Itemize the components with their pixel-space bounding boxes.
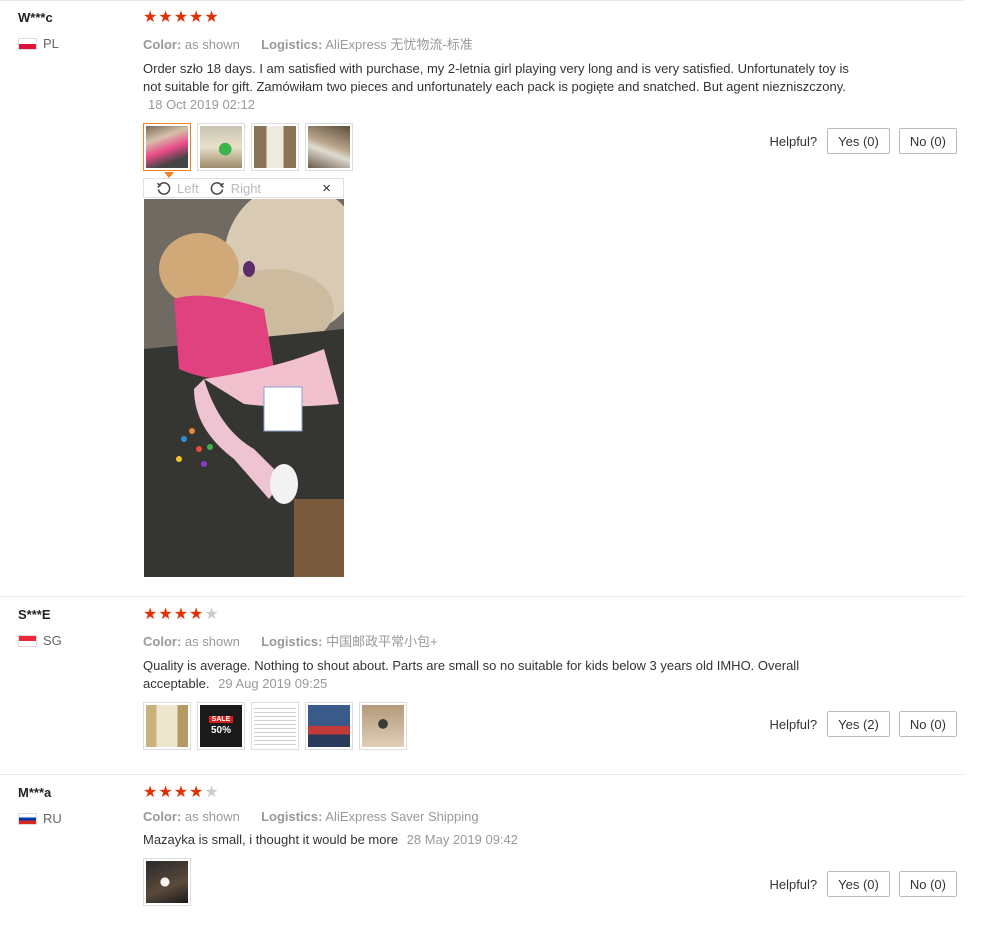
order-attributes: Color: as shown Logistics: AliExpress Sa… (143, 809, 863, 824)
buyer-country: SG (18, 633, 128, 648)
review-content: ★ ★ ★ ★ ★ Color: as shown Logistics: 中国邮… (143, 607, 863, 750)
color-label: Color: (143, 809, 182, 824)
review-body: Order szło 18 days. I am satisfied with … (143, 61, 849, 94)
review-item: W***c PL ★ ★ ★ ★ ★ Color: as shown Logis… (0, 0, 963, 596)
photo-thumbnail[interactable] (359, 702, 407, 750)
buyer-name: S***E (18, 607, 51, 622)
helpful-label: Helpful? (769, 716, 818, 732)
poland-flag-icon (18, 37, 37, 50)
photo-thumbnail[interactable] (143, 123, 191, 171)
helpful-no-button[interactable]: No (0) (898, 128, 957, 154)
rotate-right-icon (210, 181, 224, 195)
star-icon: ★ (173, 9, 189, 26)
rotate-left-button[interactable]: Left (156, 181, 199, 196)
enlarged-review-photo (144, 199, 344, 577)
buyer-info: S***E SG (18, 607, 128, 648)
sale-percent: 50% (210, 725, 231, 736)
star-icon: ★ (158, 9, 173, 26)
photo-thumbnail[interactable] (251, 123, 299, 171)
review-content: ★ ★ ★ ★ ★ Color: as shown Logistics: Ali… (143, 785, 863, 906)
photo-thumbnail[interactable] (143, 702, 191, 750)
helpful-no-button[interactable]: No (0) (898, 711, 957, 737)
logistics-label: Logistics: (261, 809, 323, 824)
photo-thumbnails (143, 123, 863, 171)
color-value: as shown (184, 37, 240, 52)
close-icon[interactable]: × (322, 180, 331, 197)
buyer-country: PL (18, 36, 128, 51)
photo-thumbnails: SALE 50% (143, 702, 863, 750)
review-text: Order szło 18 days. I am satisfied with … (143, 60, 858, 114)
star-icon: ★ (189, 9, 204, 26)
star-icon: ★ (143, 606, 158, 623)
review-text: Mazayka is small, i thought it would be … (143, 831, 858, 849)
helpful-yes-button[interactable]: Yes (0) (827, 871, 890, 897)
review-date: 29 Aug 2019 09:25 (218, 676, 328, 691)
buyer-country: RU (18, 811, 128, 826)
star-icon: ★ (173, 784, 189, 801)
color-value: as shown (184, 634, 240, 649)
star-icon: ★ (158, 784, 173, 801)
buyer-name: M***a (18, 785, 52, 800)
review-body: Mazayka is small, i thought it would be … (143, 832, 399, 847)
rotate-left-label: Left (177, 180, 199, 196)
star-icon: ★ (189, 606, 204, 623)
star-icon: ★ (173, 606, 189, 623)
helpful-vote: Helpful? Yes (0) No (0) (769, 128, 957, 154)
star-empty-icon: ★ (204, 784, 219, 801)
star-icon: ★ (143, 784, 158, 801)
photo-thumbnail[interactable] (251, 702, 299, 750)
rotate-right-button[interactable]: Right (210, 181, 261, 196)
helpful-yes-button[interactable]: Yes (0) (827, 128, 890, 154)
photo-viewer-toolbar: Left Right × (143, 178, 344, 198)
singapore-flag-icon (18, 634, 37, 647)
star-rating: ★ ★ ★ ★ ★ (143, 10, 863, 26)
photo-thumbnail[interactable] (305, 702, 353, 750)
country-code: RU (43, 811, 62, 826)
helpful-no-button[interactable]: No (0) (898, 871, 957, 897)
reviews-page: W***c PL ★ ★ ★ ★ ★ Color: as shown Logis… (0, 0, 983, 924)
photo-thumbnail[interactable] (305, 123, 353, 171)
star-icon: ★ (143, 9, 158, 26)
review-item: M***a RU ★ ★ ★ ★ ★ Color: as shown Logis… (0, 774, 963, 925)
helpful-yes-button[interactable]: Yes (2) (827, 711, 890, 737)
rotate-right-label: Right (230, 180, 262, 196)
logistics-value: AliExpress 无忧物流-标准 (325, 37, 473, 52)
logistics-label: Logistics: (261, 634, 323, 649)
helpful-label: Helpful? (769, 876, 818, 892)
russia-flag-icon (18, 812, 37, 825)
review-content: ★ ★ ★ ★ ★ Color: as shown Logistics: Ali… (143, 10, 863, 171)
color-value: as shown (184, 809, 240, 824)
star-rating: ★ ★ ★ ★ ★ (143, 607, 863, 623)
helpful-vote: Helpful? Yes (2) No (0) (769, 711, 957, 737)
logistics-value: AliExpress Saver Shipping (325, 809, 479, 824)
country-code: SG (43, 633, 62, 648)
helpful-label: Helpful? (769, 133, 818, 149)
sale-text: SALE (208, 716, 234, 723)
color-label: Color: (143, 37, 182, 52)
order-attributes: Color: as shown Logistics: AliExpress 无忧… (143, 34, 863, 53)
country-code: PL (43, 36, 59, 51)
buyer-info: M***a RU (18, 785, 128, 826)
star-icon: ★ (204, 9, 219, 26)
helpful-vote: Helpful? Yes (0) No (0) (769, 871, 957, 897)
review-date: 18 Oct 2019 02:12 (148, 97, 255, 112)
logistics-label: Logistics: (261, 37, 323, 52)
review-text: Quality is average. Nothing to shout abo… (143, 657, 858, 693)
photo-thumbnail[interactable]: SALE 50% (197, 702, 245, 750)
color-label: Color: (143, 634, 182, 649)
photo-thumbnail[interactable] (197, 123, 245, 171)
star-icon: ★ (189, 784, 204, 801)
order-attributes: Color: as shown Logistics: 中国邮政平常小包+ (143, 631, 863, 650)
logistics-value: 中国邮政平常小包+ (326, 634, 438, 649)
star-icon: ★ (158, 606, 173, 623)
review-date: 28 May 2019 09:42 (406, 832, 518, 847)
star-rating: ★ ★ ★ ★ ★ (143, 785, 863, 801)
rotate-left-icon (156, 181, 171, 195)
buyer-info: W***c PL (18, 10, 128, 51)
photo-thumbnail[interactable] (143, 858, 191, 906)
star-empty-icon: ★ (204, 606, 219, 623)
review-item: S***E SG ★ ★ ★ ★ ★ Color: as shown Logis… (0, 596, 963, 775)
buyer-name: W***c (18, 10, 53, 25)
photo-thumbnails (143, 858, 863, 906)
